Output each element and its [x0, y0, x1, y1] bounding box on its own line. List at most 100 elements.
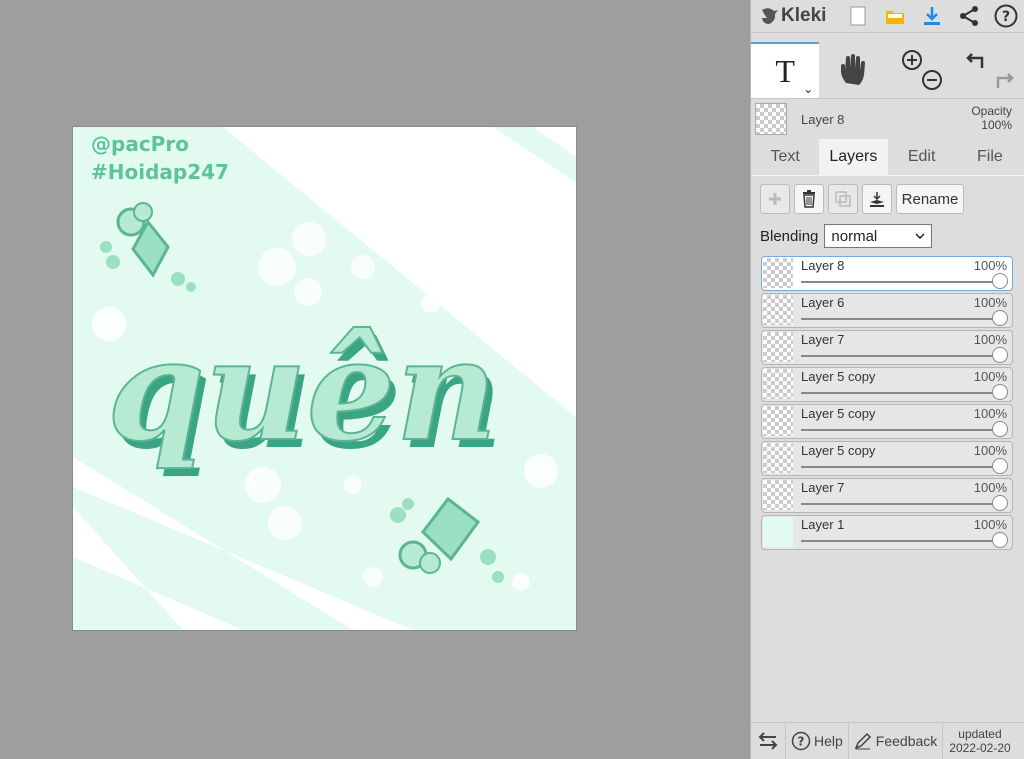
updated-info: updated 2022-02-20: [943, 727, 1016, 755]
open-file-button[interactable]: [876, 0, 913, 32]
swap-sides-button[interactable]: [751, 723, 786, 759]
hand-tool-button[interactable]: [819, 42, 887, 98]
layer-buttons: Rename: [751, 176, 1024, 214]
slider-knob[interactable]: [992, 532, 1008, 548]
merge-down-icon: [870, 192, 884, 207]
layer-row[interactable]: Layer 5 copy 100%: [761, 404, 1013, 439]
canvas-handle-text: @pacPro: [91, 132, 189, 156]
app-logo[interactable]: Kleki: [751, 5, 839, 27]
app-name: Kleki: [781, 5, 827, 26]
layer-opacity-slider[interactable]: [801, 503, 999, 505]
help-button[interactable]: ? Help: [786, 723, 849, 759]
layer-thumbnail: [763, 480, 793, 510]
canvas-workspace[interactable]: @pacPro #Hoidap247 quên quên: [0, 0, 750, 759]
layer-opacity: 100%: [973, 369, 1007, 384]
tab-edit[interactable]: Edit: [888, 139, 956, 175]
canvas-hashtag-text: #Hoidap247: [91, 160, 229, 184]
save-download-button[interactable]: [913, 0, 950, 32]
updated-label: updated: [958, 727, 1002, 741]
slider-knob[interactable]: [992, 310, 1008, 326]
download-icon: [923, 7, 940, 25]
layer-row[interactable]: Layer 5 copy 100%: [761, 367, 1013, 402]
layer-name: Layer 7: [801, 332, 845, 347]
feedback-button[interactable]: Feedback: [849, 723, 944, 759]
layer-thumbnail: [763, 369, 793, 399]
merge-down-button[interactable]: [862, 184, 892, 214]
redo-icon[interactable]: [996, 73, 1014, 88]
layer-opacity: 100%: [973, 258, 1007, 273]
layer-thumbnail: [763, 295, 793, 325]
layer-opacity: 100%: [973, 295, 1007, 310]
slider-knob[interactable]: [992, 458, 1008, 474]
layer-row[interactable]: Layer 7 100%: [761, 478, 1013, 513]
share-icon: [959, 6, 978, 26]
layer-opacity: 100%: [973, 517, 1007, 532]
layer-name: Layer 5 copy: [801, 369, 876, 384]
tab-layers[interactable]: Layers: [819, 139, 888, 175]
plus-icon: [769, 193, 781, 205]
layer-thumbnail: [763, 443, 793, 473]
layer-opacity: 100%: [973, 480, 1007, 495]
tool-dropdown-caret[interactable]: ⌄: [803, 82, 813, 96]
layer-opacity-slider[interactable]: [801, 281, 999, 283]
opacity-label: Opacity: [971, 104, 1012, 118]
help-label: Help: [814, 733, 843, 749]
canvas-artwork: @pacPro #Hoidap247 quên quên: [73, 127, 576, 630]
layer-list: Layer 8 100% Layer 6 100% Layer 7 100% L…: [751, 256, 1024, 550]
layer-opacity-slider[interactable]: [801, 429, 999, 431]
slider-knob[interactable]: [992, 347, 1008, 363]
delete-layer-button[interactable]: [794, 184, 824, 214]
question-circle-icon: ?: [994, 4, 1017, 28]
help-icon: ?: [791, 731, 811, 751]
feedback-label: Feedback: [875, 733, 938, 749]
layer-row[interactable]: Layer 7 100%: [761, 330, 1013, 365]
layer-name: Layer 5 copy: [801, 406, 876, 421]
tab-file[interactable]: File: [956, 139, 1024, 175]
help-top-button[interactable]: ?: [987, 0, 1024, 32]
zoom-out-icon[interactable]: [921, 70, 942, 90]
add-layer-button[interactable]: [760, 184, 790, 214]
duplicate-layer-button[interactable]: [828, 184, 858, 214]
blending-row: Blending normal: [751, 214, 1024, 248]
zoom-in-icon[interactable]: [901, 50, 922, 70]
layer-thumbnail: [763, 517, 793, 547]
slider-knob[interactable]: [992, 273, 1008, 289]
tab-text[interactable]: Text: [751, 139, 819, 175]
layer-thumbnail: [763, 406, 793, 436]
share-button[interactable]: [950, 0, 987, 32]
layer-name: Layer 6: [801, 295, 845, 310]
layer-row[interactable]: Layer 5 copy 100%: [761, 441, 1013, 476]
sidebar: Kleki ? T ⌄ Layer 8 Opacity 100% Text La…: [750, 0, 1024, 759]
duplicate-icon: [835, 191, 851, 207]
layer-row[interactable]: Layer 8 100%: [761, 256, 1013, 291]
drawing-canvas[interactable]: @pacPro #Hoidap247 quên quên: [73, 127, 576, 630]
new-file-icon: [850, 6, 865, 26]
rename-layer-button[interactable]: Rename: [896, 184, 964, 214]
tool-row: T ⌄: [751, 42, 1024, 99]
canvas-word-text: quên: [107, 309, 498, 473]
slider-knob[interactable]: [992, 421, 1008, 437]
layer-opacity-slider[interactable]: [801, 392, 999, 394]
layer-thumbnail: [763, 332, 793, 362]
undo-icon[interactable]: [966, 53, 984, 68]
layer-row[interactable]: Layer 1 100%: [761, 515, 1013, 550]
layer-name: Layer 5 copy: [801, 443, 876, 458]
slider-knob[interactable]: [992, 495, 1008, 511]
trash-icon: [803, 190, 815, 208]
text-tool-button[interactable]: T ⌄: [751, 42, 820, 98]
layer-opacity-slider[interactable]: [801, 540, 999, 542]
layer-name: Layer 8: [801, 258, 845, 273]
current-layer-info: Layer 8 Opacity 100%: [751, 99, 1024, 139]
blending-mode-select[interactable]: normal: [824, 224, 933, 248]
layer-opacity: 100%: [973, 443, 1007, 458]
zoom-tools: [888, 42, 956, 98]
svg-text:?: ?: [1001, 9, 1009, 25]
new-file-button[interactable]: [839, 0, 876, 32]
slider-knob[interactable]: [992, 384, 1008, 400]
layer-opacity-slider[interactable]: [801, 355, 999, 357]
layer-opacity: 100%: [973, 406, 1007, 421]
layer-row[interactable]: Layer 6 100%: [761, 293, 1013, 328]
layer-opacity-slider[interactable]: [801, 318, 999, 320]
top-toolbar: Kleki ?: [751, 0, 1024, 33]
layer-opacity-slider[interactable]: [801, 466, 999, 468]
